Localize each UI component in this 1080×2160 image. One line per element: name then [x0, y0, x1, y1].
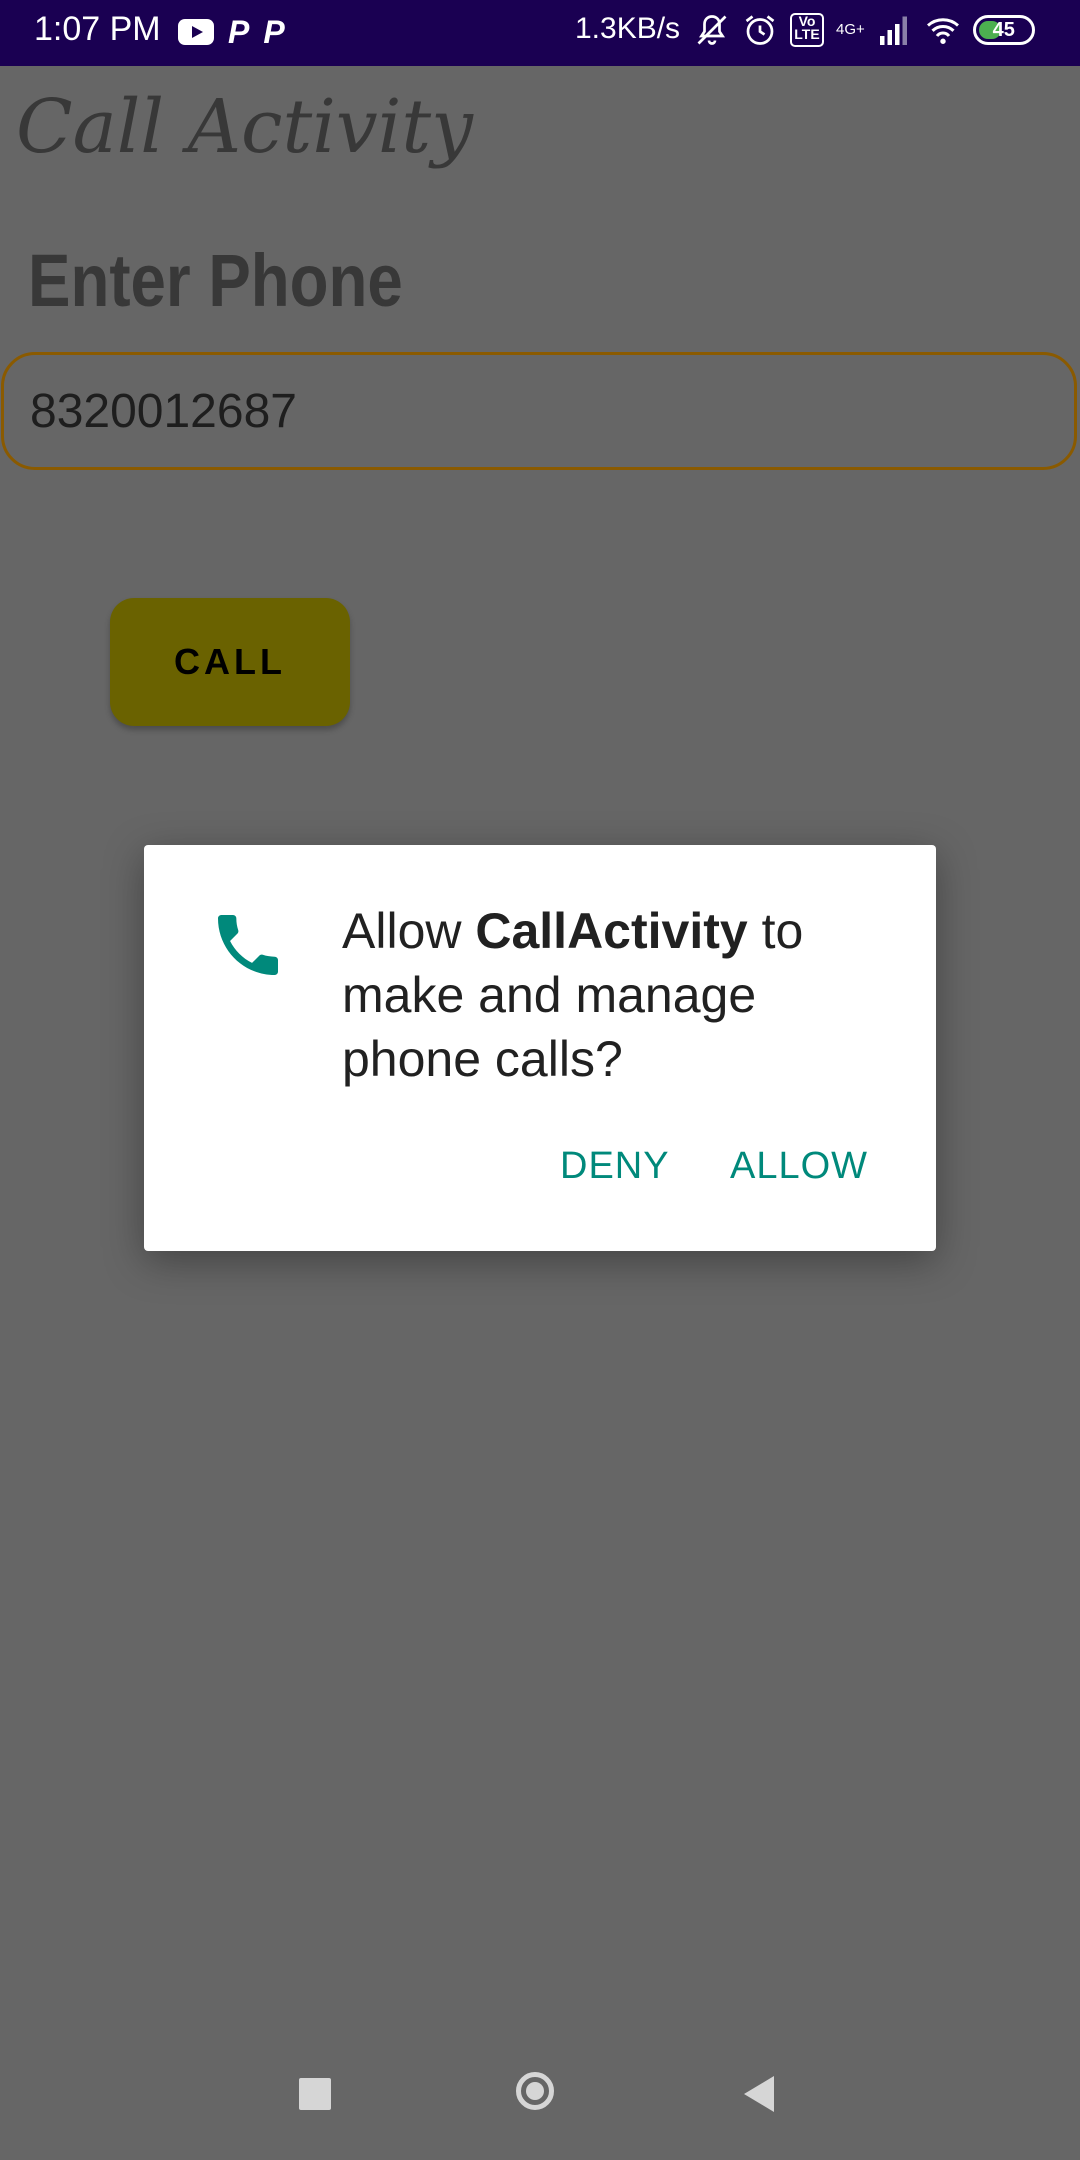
p-icon: P [263, 14, 285, 50]
network-speed: 1.3KB/s [575, 12, 681, 45]
back-icon[interactable] [744, 2076, 774, 2112]
phone-icon [218, 915, 278, 975]
app-title: Call Activity [16, 84, 473, 170]
status-bar: 1:07 PM P P 1.3KB/s Vo LTE 4G+ 45 [0, 0, 1080, 66]
bell-muted-icon [697, 15, 727, 45]
phone-input[interactable] [1, 352, 1077, 470]
phone-label: Enter Phone [28, 239, 403, 322]
app-name: CallActivity [475, 903, 748, 959]
volte-icon: Vo LTE [790, 13, 824, 47]
message-prefix: Allow [342, 903, 476, 959]
youtube-icon [178, 19, 214, 45]
deny-button[interactable]: DENY [560, 1145, 670, 1188]
permission-message: Allow CallActivity to make and manage ph… [342, 899, 902, 1091]
call-button[interactable]: CALL [110, 598, 350, 726]
notification-icons: P P [178, 14, 285, 50]
allow-button[interactable]: ALLOW [730, 1145, 868, 1188]
wifi-icon [926, 18, 959, 44]
status-time: 1:07 PM [34, 10, 161, 48]
permission-dialog: Allow CallActivity to make and manage ph… [144, 845, 936, 1251]
alarm-icon [745, 15, 775, 45]
battery-level: 45 [992, 19, 1015, 41]
system-icons: Vo LTE 4G+ 45 [694, 12, 1035, 48]
p-icon: P [228, 14, 250, 50]
home-icon[interactable] [516, 2072, 554, 2110]
signal-icon [879, 16, 907, 45]
recents-icon[interactable] [299, 2078, 331, 2110]
battery-icon: 45 [972, 15, 1035, 45]
network-type: 4G+ [836, 21, 865, 38]
